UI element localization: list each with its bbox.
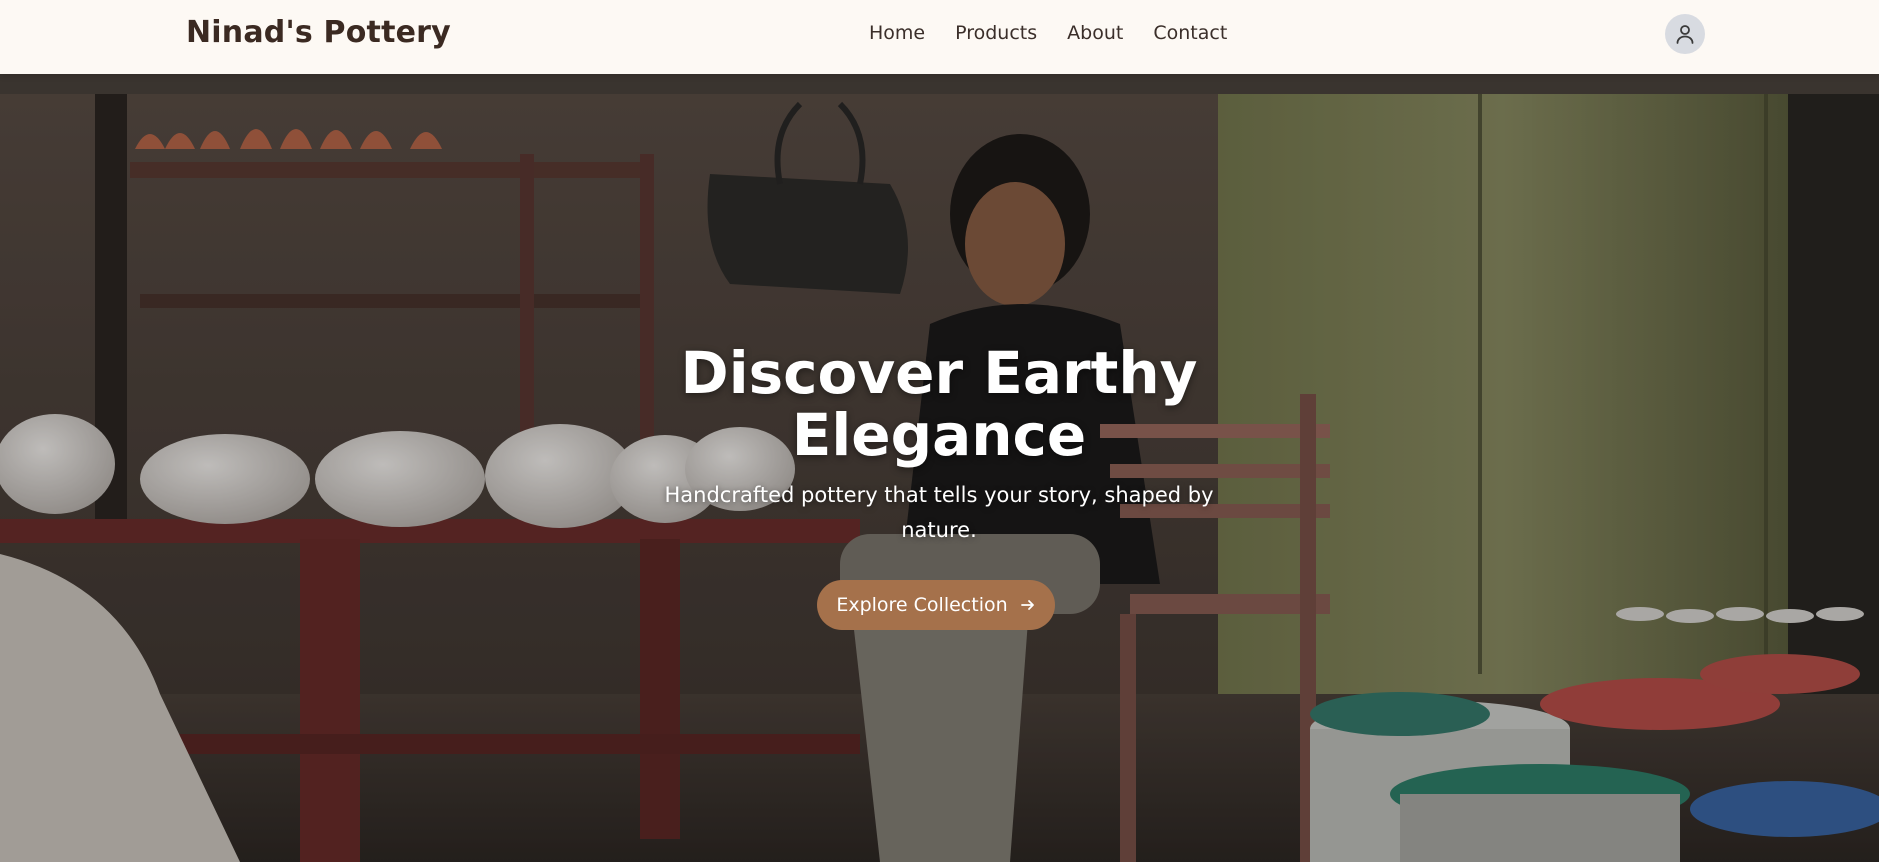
nav-products[interactable]: Products [955,22,1037,44]
main-nav: Home Products About Contact [869,22,1227,44]
nav-home[interactable]: Home [869,22,925,44]
hero-section: Discover Earthy Elegance Handcrafted pot… [0,94,1879,862]
nav-about[interactable]: About [1067,22,1123,44]
hero-subtitle: Handcrafted pottery that tells your stor… [664,483,1214,542]
cta-label: Explore Collection [836,594,1008,616]
hero-title: Discover Earthy Elegance [680,339,1198,469]
account-button[interactable] [1665,14,1705,54]
explore-collection-button[interactable]: Explore Collection [817,580,1055,630]
arrow-right-icon [1020,597,1036,613]
brand-logo[interactable]: Ninad's Pottery [186,15,451,50]
user-icon [1676,25,1694,44]
site-header: Ninad's Pottery Home Products About Cont… [0,0,1879,74]
nav-contact[interactable]: Contact [1153,22,1227,44]
